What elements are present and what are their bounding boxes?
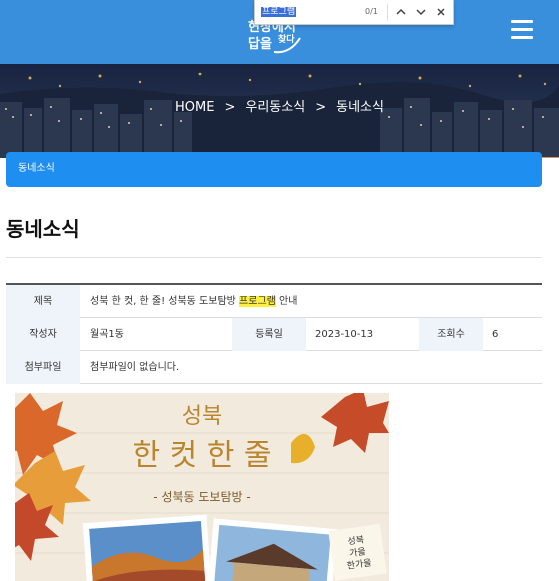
find-bar: 프로그램 0/1 [254, 0, 454, 25]
section-menu-bar[interactable]: 동네소식 [6, 152, 542, 187]
poster-subtitle: - 성북동 도보탐방 - [153, 490, 250, 504]
poster-title-line2: 한 컷 한 줄 [132, 438, 271, 473]
find-divider [387, 4, 388, 21]
page: 현장에서 답을 찾다 프로그램 0/1 HOME > 우리동소식 > 동네소식 … [0, 0, 559, 581]
views-value: 6 [492, 329, 499, 340]
attachment-label: 첨부파일 [6, 351, 80, 384]
attachment-value: 첨부파일이 없습니다. [90, 362, 180, 373]
author-label: 작성자 [6, 318, 80, 351]
post-title: 성북 한 컷, 한 줄! 성북동 도보탐방 프로그램 안내 [90, 285, 540, 318]
chevron-up-icon[interactable] [393, 4, 409, 20]
post-title-row: 제목 성북 한 컷, 한 줄! 성북동 도보탐방 프로그램 안내 [6, 285, 542, 318]
close-icon[interactable] [433, 4, 449, 20]
hero-banner: HOME > 우리동소식 > 동네소식 [0, 64, 559, 158]
breadcrumb-separator: > [224, 100, 236, 115]
breadcrumb: HOME > 우리동소식 > 동네소식 [0, 99, 559, 117]
attachment-row: 첨부파일 첨부파일이 없습니다. [6, 351, 542, 384]
post-info-table: 제목 성북 한 컷, 한 줄! 성북동 도보탐방 프로그램 안내 작성자 월곡1… [6, 283, 542, 384]
svg-text:답을: 답을 [248, 36, 272, 52]
post-meta-row: 작성자 월곡1동 등록일 2023-10-13 조회수 6 [6, 318, 542, 351]
find-input[interactable]: 프로그램 [261, 4, 361, 20]
post-title-before: 성북 한 컷, 한 줄! 성북동 도보탐방 [90, 296, 240, 307]
poster-title-line1: 성북 [182, 404, 222, 429]
svg-text:찾다: 찾다 [278, 33, 295, 45]
title-divider [6, 257, 542, 258]
breadcrumb-separator: > [315, 100, 327, 115]
find-count: 0/1 [365, 7, 378, 16]
breadcrumb-current[interactable]: 동네소식 [336, 100, 384, 115]
views-label: 조회수 [419, 318, 483, 351]
date-value: 2023-10-13 [315, 329, 374, 340]
breadcrumb-home[interactable]: HOME [175, 100, 214, 115]
post-title-after: 안내 [275, 296, 298, 307]
date-label: 등록일 [232, 318, 306, 351]
page-title: 동네소식 [6, 217, 80, 241]
post-title-highlight: 프로그램 [239, 296, 276, 307]
event-poster-image: 성북 한 컷 한 줄 - 성북동 도보탐방 - 성북 가을 한가을 [15, 393, 389, 581]
find-query: 프로그램 [261, 7, 297, 17]
post-title-label: 제목 [6, 285, 80, 318]
poster-caption-2: 가을 [349, 546, 367, 559]
breadcrumb-category[interactable]: 우리동소식 [245, 100, 305, 115]
poster-caption-1: 성북 [347, 534, 365, 547]
hamburger-menu-icon[interactable] [511, 20, 533, 40]
edge-divider [542, 157, 559, 158]
chevron-down-icon[interactable] [413, 4, 429, 20]
section-menu-label: 동네소식 [18, 163, 55, 174]
author-value: 월곡1동 [90, 329, 124, 340]
